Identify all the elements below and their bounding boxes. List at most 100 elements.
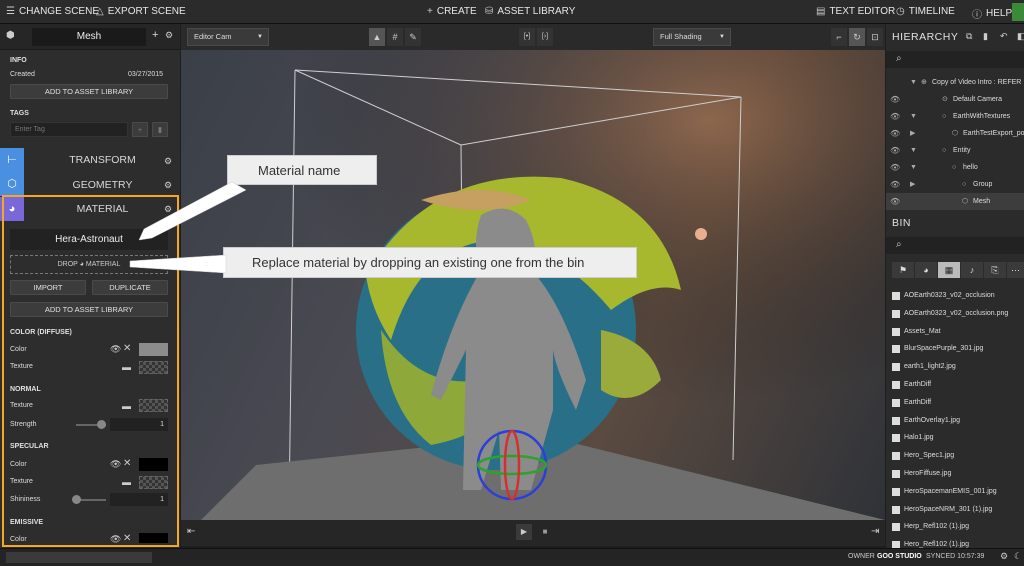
material-tab-icon[interactable]: ◕ xyxy=(0,197,24,221)
transform-tab-icon[interactable]: ⊢ xyxy=(0,148,24,172)
bin-file-row[interactable]: HeroSpacemanEMIS_001.jpg xyxy=(886,483,1024,501)
bin-search[interactable]: ⌕ xyxy=(886,237,1024,254)
geometry-gear-icon[interactable]: ⚙ xyxy=(164,180,172,191)
hierarchy-row[interactable]: 👁 ⊙ Default Camera xyxy=(886,91,1024,108)
duplicate-button[interactable]: DUPLICATE xyxy=(92,280,168,295)
trash-icon[interactable]: ▮ xyxy=(983,31,988,42)
bin-file-row[interactable]: earth1_light2.jpg xyxy=(886,358,1024,376)
bin-file-row[interactable]: Hero_Spec1.jpg xyxy=(886,447,1024,465)
add-tag-button[interactable]: + xyxy=(132,122,148,137)
hierarchy-search[interactable]: ⌕ xyxy=(886,51,1024,68)
chevron-down-icon[interactable]: ▼ xyxy=(910,108,917,125)
eye-icon[interactable]: 👁 xyxy=(890,142,900,159)
create-button[interactable]: + CREATE xyxy=(427,6,477,17)
close-icon[interactable]: ✕ xyxy=(123,458,131,469)
step-forward-icon[interactable]: ⇥ xyxy=(871,526,879,537)
add-component-icon[interactable]: + xyxy=(152,29,158,41)
specular-texture-slot[interactable] xyxy=(139,476,168,489)
chevron-down-icon[interactable]: ▼ xyxy=(910,142,917,159)
text-editor-button[interactable]: ▤ TEXT EDITOR xyxy=(816,6,895,17)
rotate-gizmo-icon[interactable]: ↻ xyxy=(849,28,865,46)
bin-file-row[interactable]: EarthDiff xyxy=(886,376,1024,394)
chevron-down-icon[interactable]: ▼ xyxy=(910,159,917,176)
specular-color-swatch[interactable] xyxy=(139,458,168,471)
play-icon[interactable]: ▶ xyxy=(516,524,532,540)
copy-icon[interactable]: ⧉ xyxy=(966,31,972,42)
close-icon[interactable]: ✕ xyxy=(123,533,131,544)
entity-name-field[interactable]: Mesh xyxy=(32,28,146,46)
emissive-color-swatch[interactable] xyxy=(139,533,168,543)
hierarchy-row[interactable]: 👁 ▶ ⬡ EarthTestExport_poly xyxy=(886,125,1024,142)
folder-icon[interactable]: ▬ xyxy=(122,477,131,487)
change-scene-button[interactable]: ☰ CHANGE SCENE xyxy=(6,6,99,17)
stop-icon[interactable]: ■ xyxy=(538,524,552,540)
hierarchy-row[interactable]: ▼ ⊕ Copy of Video Intro : REFER xyxy=(886,74,1024,91)
hierarchy-row[interactable]: 👁 ▼ ○ hello xyxy=(886,159,1024,176)
bin-file-row[interactable]: Herp_Refl102 (1).jpg xyxy=(886,518,1024,536)
material-gear-icon[interactable]: ⚙ xyxy=(164,204,172,215)
timeline-button[interactable]: ◷ TIMELINE xyxy=(896,6,955,17)
bin-file-row[interactable]: AOEarth0323_v02_occlusion xyxy=(886,287,1024,305)
bin-file-row[interactable]: EarthDiff xyxy=(886,394,1024,412)
eye-icon[interactable]: 👁 xyxy=(890,91,900,108)
bin-file-row[interactable]: BlurSpacePurple_301.jpg xyxy=(886,340,1024,358)
transform-section[interactable]: TRANSFORM xyxy=(25,149,180,171)
bin-file-row[interactable]: Assets_Mat xyxy=(886,323,1024,341)
bracket-right-icon[interactable]: [›] xyxy=(537,28,553,46)
bin-tab-textures-icon[interactable]: ▦ xyxy=(938,262,960,278)
eye-icon[interactable]: 👁 xyxy=(890,176,900,193)
strength-value[interactable]: 1 xyxy=(110,418,168,431)
bin-tab-sounds-icon[interactable]: ♪ xyxy=(961,262,983,278)
3d-viewport[interactable] xyxy=(181,50,885,520)
add-to-asset-library-button[interactable]: ADD TO ASSET LIBRARY xyxy=(10,84,168,99)
add-material-to-asset-library-button[interactable]: ADD TO ASSET LIBRARY xyxy=(10,302,168,317)
drop-material-zone[interactable]: DROP ◕ MATERIAL xyxy=(10,255,168,274)
export-scene-button[interactable]: △ EXPORT SCENE xyxy=(96,6,186,17)
help-button[interactable]: ⓘ HELP xyxy=(972,6,1012,21)
eye-icon[interactable]: 👁 xyxy=(110,534,121,545)
edit-brush-icon[interactable]: ✎ xyxy=(405,28,421,46)
scale-gizmo-icon[interactable]: ⊡ xyxy=(867,28,883,46)
more-icon[interactable]: ◧ xyxy=(1017,31,1024,42)
hierarchy-row[interactable]: 👁 ▶ ○ Group xyxy=(886,176,1024,193)
eye-icon[interactable]: 👁 xyxy=(890,125,900,142)
eye-icon[interactable]: 👁 xyxy=(890,159,900,176)
eye-icon[interactable]: 👁 xyxy=(890,108,900,125)
night-mode-icon[interactable]: ☾ xyxy=(1014,551,1022,562)
bin-file-row[interactable]: HeroSpaceNRM_301 (1).jpg xyxy=(886,501,1024,519)
undo-icon[interactable]: ↶ xyxy=(1000,31,1008,42)
hierarchy-row[interactable]: 👁 ▼ ○ EarthWithTextures xyxy=(886,108,1024,125)
eye-icon[interactable]: 👁 xyxy=(890,193,900,210)
geometry-section[interactable]: GEOMETRY xyxy=(25,174,180,196)
diffuse-color-swatch[interactable] xyxy=(139,343,168,356)
import-button[interactable]: IMPORT xyxy=(10,280,86,295)
material-section[interactable]: MATERIAL xyxy=(25,198,180,220)
chevron-right-icon[interactable]: ▶ xyxy=(910,125,915,142)
bracket-left-icon[interactable]: [•] xyxy=(519,28,535,46)
eye-icon[interactable]: 👁 xyxy=(110,344,121,355)
landscape-mode-icon[interactable]: ▲ xyxy=(369,28,385,46)
tag-input[interactable] xyxy=(10,122,128,137)
diffuse-texture-slot[interactable] xyxy=(139,361,168,374)
settings-gear-icon[interactable]: ⚙ xyxy=(1000,551,1008,562)
transform-gear-icon[interactable]: ⚙ xyxy=(164,156,172,167)
strength-slider-handle[interactable] xyxy=(97,420,106,429)
shading-select[interactable]: Full Shading ▼ xyxy=(653,28,731,46)
folder-icon[interactable]: ▬ xyxy=(122,362,131,372)
bin-file-row[interactable]: HeroFiffuse.jpg xyxy=(886,465,1024,483)
bin-file-row[interactable]: EarthOverlay1.jpg xyxy=(886,412,1024,430)
folder-icon[interactable]: ▬ xyxy=(122,401,131,411)
bin-tab-scripts-icon[interactable]: ⎘ xyxy=(984,262,1006,278)
close-icon[interactable]: ✕ xyxy=(123,343,131,354)
asset-library-button[interactable]: ⛁ ASSET LIBRARY xyxy=(485,6,575,17)
step-back-icon[interactable]: ⇤ xyxy=(187,526,195,537)
material-name-field[interactable]: Hera-Astronaut xyxy=(10,229,168,250)
bin-tab-materials-icon[interactable]: ◕ xyxy=(915,262,937,278)
bin-tab-more-icon[interactable]: ⋯ xyxy=(1007,262,1024,278)
bin-tab-entities-icon[interactable]: ⚑ xyxy=(892,262,914,278)
normal-texture-slot[interactable] xyxy=(139,399,168,412)
geometry-tab-icon[interactable]: ⬡ xyxy=(0,172,24,196)
grid-icon[interactable]: # xyxy=(387,28,403,46)
user-avatar[interactable] xyxy=(1012,3,1024,21)
hierarchy-row[interactable]: 👁 ▼ ○ Entity xyxy=(886,142,1024,159)
